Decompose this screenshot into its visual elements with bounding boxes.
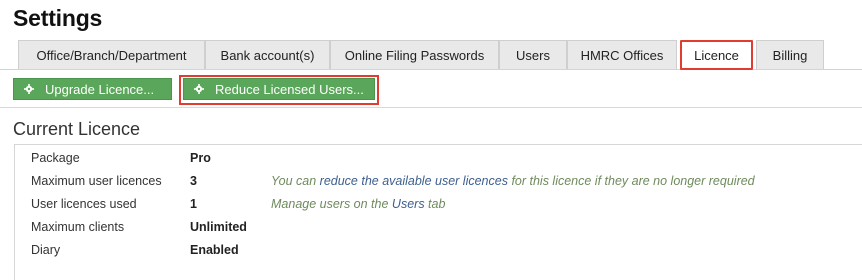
section-title: Current Licence bbox=[13, 119, 141, 139]
detail-note: Manage users on the Users tab bbox=[271, 197, 445, 211]
detail-label: Package bbox=[31, 151, 80, 165]
note-text: You can bbox=[271, 174, 320, 188]
tab-office-branch-department[interactable]: Office/Branch/Department bbox=[18, 40, 205, 69]
note-text: tab bbox=[424, 197, 446, 211]
licence-details-panel: Package Pro Maximum user licences 3 You … bbox=[14, 144, 862, 280]
reduce-licensed-users-button[interactable]: Reduce Licensed Users... bbox=[183, 78, 375, 100]
detail-value: 1 bbox=[190, 197, 197, 211]
page-title: Settings bbox=[13, 5, 103, 31]
upgrade-licence-label: Upgrade Licence... bbox=[45, 81, 155, 97]
tab-licence[interactable]: Licence bbox=[680, 40, 753, 70]
users-tab-link[interactable]: Users bbox=[392, 197, 425, 211]
tab-users[interactable]: Users bbox=[499, 40, 567, 69]
tab-billing[interactable]: Billing bbox=[756, 40, 824, 69]
toolbar: Upgrade Licence... Reduce Licensed Users… bbox=[0, 70, 862, 108]
note-text: Manage users on the bbox=[271, 197, 392, 211]
reduce-user-licences-link[interactable]: reduce the available user licences bbox=[320, 174, 508, 188]
detail-label: User licences used bbox=[31, 197, 137, 211]
tab-hmrc-offices[interactable]: HMRC Offices bbox=[567, 40, 677, 69]
settings-tabs: Office/Branch/Department Bank account(s)… bbox=[0, 40, 862, 70]
reduce-licensed-users-label: Reduce Licensed Users... bbox=[215, 81, 364, 97]
detail-value: Pro bbox=[190, 151, 211, 165]
detail-label: Maximum clients bbox=[31, 220, 125, 234]
upgrade-licence-button[interactable]: Upgrade Licence... bbox=[13, 78, 172, 100]
detail-label: Maximum user licences bbox=[31, 174, 162, 188]
tab-bank-accounts[interactable]: Bank account(s) bbox=[205, 40, 330, 69]
gear-icon bbox=[192, 82, 206, 96]
note-text: for this licence if they are no longer r… bbox=[507, 174, 755, 188]
detail-label: Diary bbox=[31, 243, 61, 257]
detail-note: You can reduce the available user licenc… bbox=[271, 174, 755, 188]
detail-value: Enabled bbox=[190, 243, 239, 257]
detail-value: Unlimited bbox=[190, 220, 247, 234]
gear-icon bbox=[22, 82, 36, 96]
tab-online-filing-passwords[interactable]: Online Filing Passwords bbox=[330, 40, 499, 69]
detail-value: 3 bbox=[190, 174, 197, 188]
